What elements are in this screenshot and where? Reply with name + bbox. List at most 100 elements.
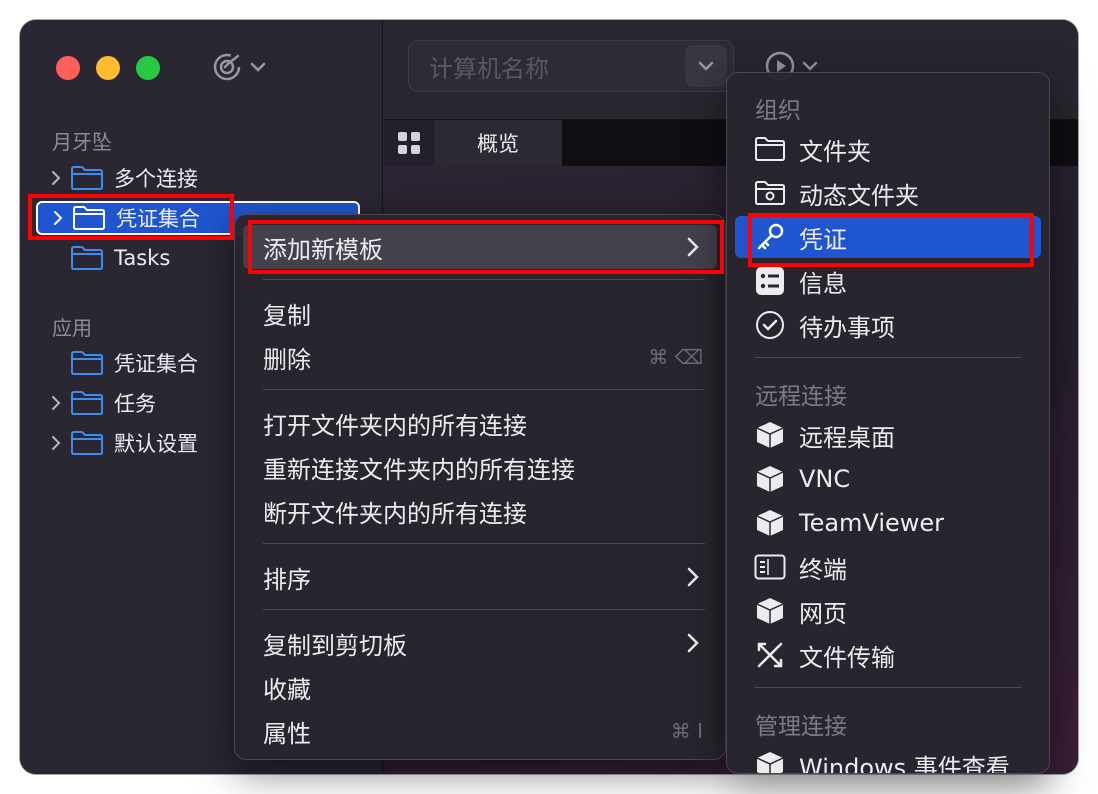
submenu-item-label: TeamViewer	[799, 509, 945, 537]
delete-shortcut: ⌘ ⌫	[648, 345, 703, 369]
menu-item-label: 添加新模板	[263, 235, 383, 264]
menu-item-delete[interactable]: 删除 ⌘ ⌫	[243, 335, 717, 379]
menu-item-label: 重新连接文件夹内的所有连接	[263, 455, 575, 484]
chevron-down-icon	[250, 62, 266, 72]
submenu-item-label: Windows 事件查看	[799, 753, 1010, 774]
search-dropdown-button[interactable]	[685, 45, 727, 87]
submenu-item-label: 凭证	[799, 225, 847, 254]
menu-item-add-template[interactable]: 添加新模板	[243, 225, 717, 269]
chevron-right-icon	[687, 633, 699, 653]
checkmark-circle-icon	[753, 308, 787, 342]
submenu-item-label: 文件传输	[799, 643, 895, 672]
submenu-item-todo[interactable]: 待办事项	[735, 304, 1041, 346]
submenu-header-remote: 远程连接	[755, 384, 847, 410]
info-list-icon	[753, 264, 787, 298]
cube-icon	[753, 418, 787, 452]
cube-icon	[753, 462, 787, 496]
submenu-item-remote-desktop[interactable]: 远程桌面	[735, 414, 1041, 456]
submenu-item-dynamic-folder[interactable]: 动态文件夹	[735, 172, 1041, 214]
zoom-window-button[interactable]	[136, 56, 160, 80]
menu-separator	[263, 279, 705, 280]
sidebar-item-label: 多个连接	[114, 167, 198, 191]
chevron-right-icon[interactable]	[46, 435, 66, 451]
sidebar-item-label: 凭证集合	[116, 207, 200, 231]
chevron-right-icon[interactable]	[48, 210, 68, 226]
menu-item-favorite[interactable]: 收藏	[243, 665, 717, 709]
menu-item-disconnect-all[interactable]: 断开文件夹内的所有连接	[243, 489, 717, 533]
dynamic-folder-icon	[753, 176, 787, 210]
search-placeholder: 计算机名称	[429, 54, 549, 83]
sidebar-item-label: 默认设置	[114, 432, 198, 456]
chevron-right-icon[interactable]	[46, 395, 66, 411]
chevron-down-icon	[698, 61, 714, 71]
section-header-moon: 月牙坠	[52, 130, 112, 154]
sidebar-item-label: 凭证集合	[114, 352, 198, 376]
menu-item-label: 复制	[263, 301, 311, 330]
grid-view-button[interactable]	[384, 120, 434, 166]
submenu-item-teamviewer[interactable]: TeamViewer	[735, 502, 1041, 544]
folder-icon	[71, 431, 103, 455]
submenu-item-label: VNC	[799, 465, 851, 493]
target-check-icon	[213, 53, 241, 81]
submenu-item-label: 文件夹	[799, 137, 871, 166]
folder-icon	[71, 246, 103, 270]
submenu-item-info[interactable]: 信息	[735, 260, 1041, 302]
menu-separator	[263, 543, 705, 544]
sidebar-item-app-credentials[interactable]: 凭证集合	[66, 344, 198, 382]
submenu-item-label: 网页	[799, 599, 847, 628]
file-transfer-icon	[753, 638, 787, 672]
submenu-item-windows-event[interactable]: Windows 事件查看	[735, 744, 1041, 774]
submenu-item-vnc[interactable]: VNC	[735, 458, 1041, 500]
menu-item-sort[interactable]: 排序	[243, 555, 717, 599]
menu-item-label: 复制到剪切板	[263, 631, 407, 660]
submenu-separator	[755, 687, 1021, 688]
submenu-item-folder[interactable]: 文件夹	[735, 128, 1041, 170]
submenu-item-label: 信息	[799, 269, 847, 298]
menu-item-open-all[interactable]: 打开文件夹内的所有连接	[243, 401, 717, 445]
minimize-window-button[interactable]	[96, 56, 120, 80]
connect-menu-button[interactable]	[212, 50, 266, 84]
menu-item-label: 属性	[263, 719, 311, 748]
submenu-item-webpage[interactable]: 网页	[735, 590, 1041, 632]
submenu-item-label: 动态文件夹	[799, 181, 919, 210]
menu-item-reconnect-all[interactable]: 重新连接文件夹内的所有连接	[243, 445, 717, 489]
sidebar-item-label: 任务	[114, 392, 156, 416]
computer-name-input[interactable]: 计算机名称	[408, 40, 734, 92]
menu-item-label: 排序	[263, 565, 311, 594]
submenu-separator	[755, 357, 1021, 358]
folder-icon	[71, 351, 103, 375]
section-header-app: 应用	[52, 316, 92, 340]
submenu-item-terminal[interactable]: 终端	[735, 546, 1041, 588]
menu-separator	[263, 609, 705, 610]
folder-icon	[71, 391, 103, 415]
menu-separator	[263, 389, 705, 390]
submenu-item-label: 远程桌面	[799, 423, 895, 452]
menu-item-label: 打开文件夹内的所有连接	[263, 411, 527, 440]
submenu-item-label: 终端	[799, 555, 847, 584]
chevron-right-icon[interactable]	[46, 170, 66, 186]
close-window-button[interactable]	[56, 56, 80, 80]
context-menu: 添加新模板 复制 删除 ⌘ ⌫ 打开文件夹内的所有连接 重新连接文件夹内的所有连…	[234, 214, 726, 760]
menu-item-copy-clipboard[interactable]: 复制到剪切板	[243, 621, 717, 665]
sidebar-item-multi-connections[interactable]: 多个连接	[46, 159, 198, 197]
sidebar-item-defaults[interactable]: 默认设置	[46, 424, 198, 462]
submenu-header-manage: 管理连接	[755, 714, 847, 740]
chevron-right-icon	[687, 237, 699, 257]
cube-icon	[753, 748, 787, 773]
submenu-item-label: 待办事项	[799, 313, 895, 342]
menu-item-properties[interactable]: 属性 ⌘ I	[243, 709, 717, 753]
menu-item-label: 删除	[263, 345, 311, 374]
submenu-item-credential[interactable]: 凭证	[735, 216, 1041, 258]
menu-item-copy[interactable]: 复制	[243, 291, 717, 335]
tab-overview[interactable]: 概览	[434, 120, 562, 166]
folder-icon	[73, 206, 105, 230]
properties-shortcut: ⌘ I	[670, 719, 703, 743]
folder-icon	[753, 132, 787, 166]
cube-icon	[753, 506, 787, 540]
folder-icon	[71, 166, 103, 190]
chevron-down-icon	[802, 61, 818, 71]
sidebar-item-tasks[interactable]: Tasks	[66, 239, 170, 277]
sidebar-item-app-tasks[interactable]: 任务	[46, 384, 156, 422]
submenu-item-file-transfer[interactable]: 文件传输	[735, 634, 1041, 676]
chevron-right-icon	[687, 567, 699, 587]
